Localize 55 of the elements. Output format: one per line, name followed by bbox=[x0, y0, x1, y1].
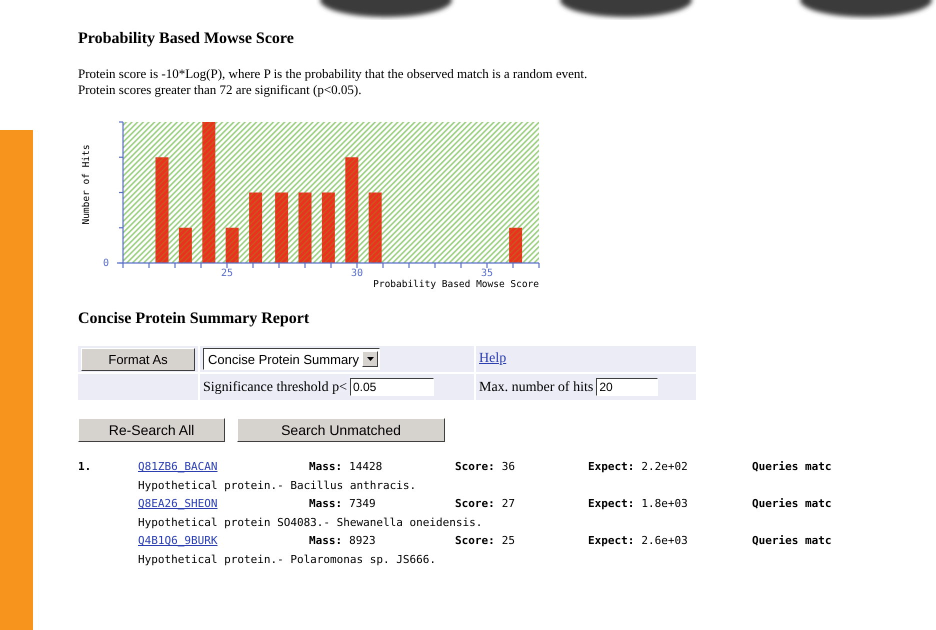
field-label: Queries matc bbox=[752, 534, 832, 547]
bar bbox=[275, 192, 288, 263]
bar bbox=[368, 192, 382, 263]
section-title: Concise Protein Summary Report bbox=[78, 310, 310, 328]
bar bbox=[298, 192, 312, 263]
search-button[interactable]: Re-Search All bbox=[78, 418, 225, 442]
field-label: Score: bbox=[455, 534, 495, 547]
format-dropdown[interactable]: Concise Protein Summary bbox=[203, 348, 380, 370]
field-value: 2.6e+03 bbox=[641, 534, 688, 547]
field-value: 25 bbox=[502, 534, 515, 547]
field-label: Expect: bbox=[588, 460, 634, 473]
field-label: Queries matc bbox=[752, 497, 832, 510]
dropdown-arrow-icon bbox=[366, 357, 374, 361]
field-label: Mass: bbox=[309, 534, 342, 547]
format-as-button[interactable]: Format As bbox=[81, 348, 195, 370]
accession-link[interactable]: Q4B1Q6_9BURK bbox=[138, 534, 218, 547]
bar bbox=[322, 192, 335, 263]
field-value: 8923 bbox=[349, 534, 376, 547]
description-text: Protein scores greater than 72 are significant (p<0.05). bbox=[78, 82, 362, 98]
protein-description: Hypothetical protein.- Polaromonas sp. JS666. bbox=[138, 552, 438, 568]
y-axis-label: Number of Hits bbox=[81, 144, 92, 225]
bar bbox=[249, 192, 262, 263]
max-hits-field[interactable]: 20 bbox=[596, 378, 658, 396]
description-text: Protein score is -10*Log(P), where P is the probability that the observed match is a random event. bbox=[78, 66, 588, 82]
protein-description: Hypothetical protein.- Bacillus anthracis. bbox=[138, 478, 418, 494]
threshold-label: Significance threshold p< bbox=[203, 380, 347, 395]
max-hits-label: Max. number of hits bbox=[479, 380, 594, 395]
field-label: Score: bbox=[455, 460, 495, 473]
field-label: Mass: bbox=[309, 497, 342, 510]
bar bbox=[226, 228, 239, 263]
field-value: 36 bbox=[502, 460, 515, 473]
search-button[interactable]: Search Unmatched bbox=[237, 418, 445, 442]
hit-number: 1. bbox=[78, 459, 92, 475]
axis-tick-label: 35 bbox=[480, 268, 494, 279]
field-value: 2.2e+02 bbox=[641, 460, 688, 473]
field-value: 1.8e+03 bbox=[641, 497, 688, 510]
field-label: Score: bbox=[455, 497, 495, 510]
accession-link[interactable]: Q8EA26_SHEON bbox=[138, 497, 218, 510]
section-title: Probability Based Mowse Score bbox=[78, 30, 295, 48]
bar bbox=[509, 228, 522, 263]
axis-tick-label: 0 bbox=[103, 258, 110, 269]
axis-tick-label: 25 bbox=[220, 268, 234, 279]
field-value: 27 bbox=[502, 497, 515, 510]
field-label: Mass: bbox=[309, 460, 342, 473]
field-value: 7349 bbox=[349, 497, 376, 510]
field-label: Queries matc bbox=[752, 460, 832, 473]
help-link[interactable]: Help bbox=[479, 351, 506, 366]
field-label: Expect: bbox=[588, 534, 634, 547]
accession-link[interactable]: Q81ZB6_BACAN bbox=[138, 460, 218, 473]
field-value: 14428 bbox=[349, 460, 382, 473]
threshold-field[interactable]: 0.05 bbox=[350, 378, 434, 396]
axis-tick-label: 30 bbox=[350, 268, 364, 279]
protein-description: Hypothetical protein SO4083.- Shewanella oneidensis. bbox=[138, 514, 484, 530]
field-label: Expect: bbox=[588, 497, 634, 510]
x-axis-label: Probability Based Mowse Score bbox=[373, 279, 539, 290]
